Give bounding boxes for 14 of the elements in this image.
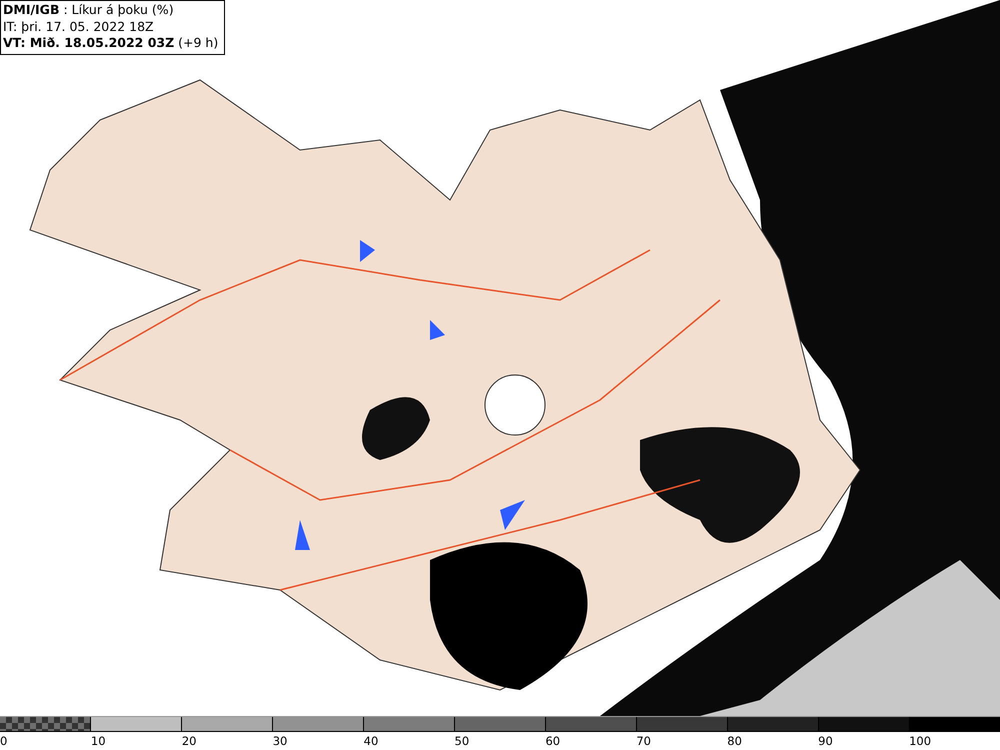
legend-label: 20 — [182, 734, 196, 748]
legend-label: 60 — [545, 734, 560, 748]
title-line: IT: þri. 17. 05. 2022 18Z — [3, 18, 155, 35]
legend-label: 10 — [90, 734, 106, 748]
legend-label: 90 — [818, 734, 833, 748]
legend-label: 40 — [364, 734, 378, 748]
legend-label: 50 — [454, 734, 470, 748]
title-line: VT: Mið. 18.05.2022 03Z (+9 h) — [3, 35, 218, 52]
legend-label: 80 — [727, 734, 742, 748]
legend-label: 100 — [909, 734, 932, 748]
legend-label: 70 — [636, 734, 651, 748]
legend-label: 0 — [0, 734, 8, 748]
legend-label: 30 — [272, 734, 288, 748]
title-line: DMI/IGB : Líkur á þoku (%) — [3, 2, 175, 18]
